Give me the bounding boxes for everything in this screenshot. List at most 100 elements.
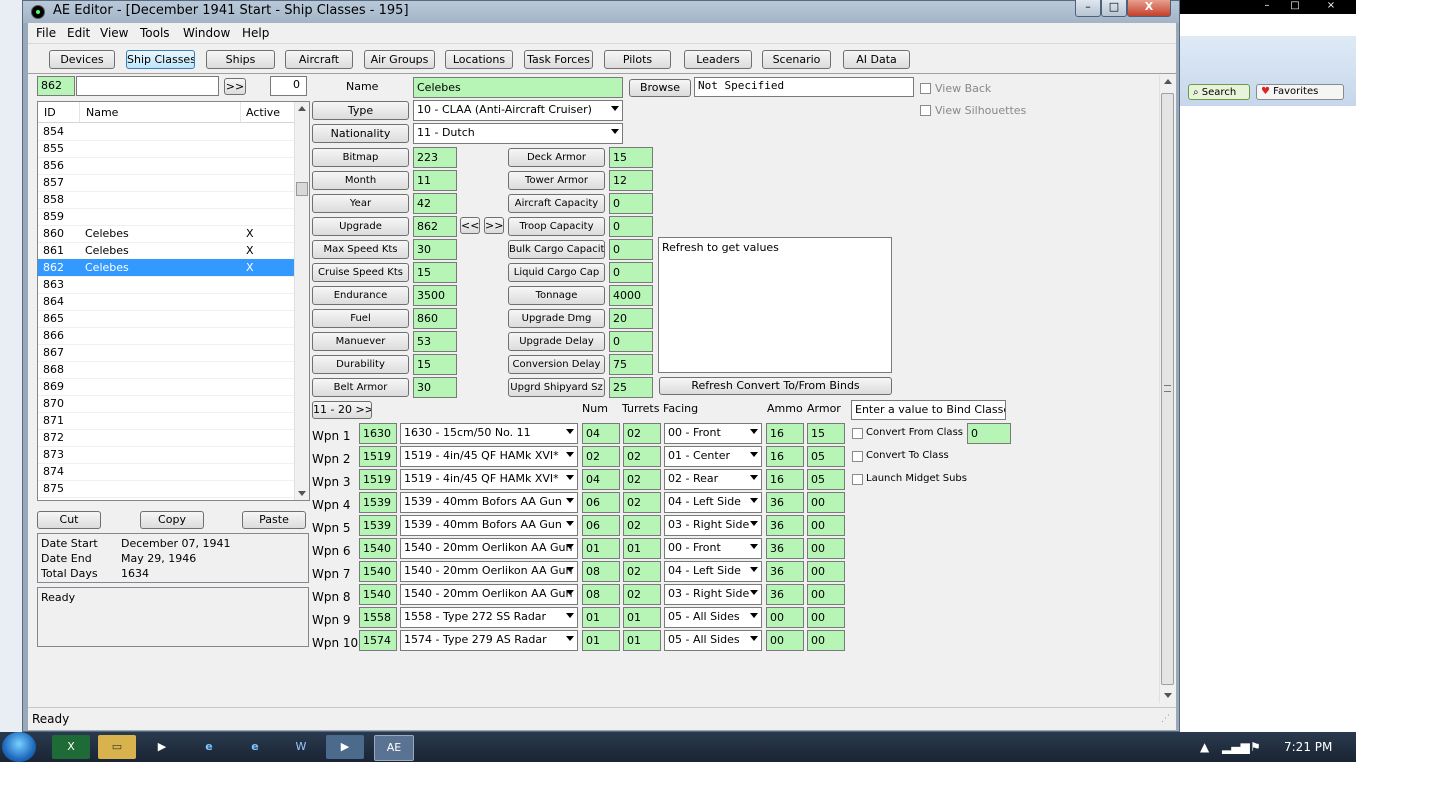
menu-view[interactable]: View [100, 26, 128, 40]
ie-icon[interactable]: e [190, 735, 228, 759]
stat-button[interactable]: Cruise Speed Kts [312, 263, 409, 282]
minimize-button[interactable]: – [1075, 0, 1101, 17]
stat-button[interactable]: Month [312, 171, 409, 190]
weapon-num-field[interactable]: 08 [582, 584, 620, 605]
list-item[interactable]: 874 [38, 463, 294, 481]
weapon-id-field[interactable]: 1630 [359, 423, 397, 444]
weapon-armor-field[interactable]: 00 [807, 584, 845, 605]
weapon-facing-dropdown[interactable]: 05 - All Sides [664, 630, 762, 651]
stat-button[interactable]: Belt Armor [312, 378, 409, 397]
bitmap-file-field[interactable]: Not Specified [694, 77, 914, 97]
list-item[interactable]: 868 [38, 361, 294, 379]
weapon-facing-dropdown[interactable]: 00 - Front [664, 423, 762, 444]
capacity-field[interactable]: 0 [609, 239, 653, 260]
list-header-name[interactable]: Name [86, 106, 118, 119]
list-header-active[interactable]: Active [246, 106, 280, 119]
stat-button[interactable]: Upgrade [312, 217, 409, 236]
weapon-device-dropdown[interactable]: 1540 - 20mm Oerlikon AA Gun [400, 584, 578, 605]
weapon-num-field[interactable]: 01 [582, 630, 620, 651]
capacity-button[interactable]: Troop Capacity [508, 217, 605, 236]
tab-locations[interactable]: Locations [445, 50, 513, 69]
list-item[interactable]: 863 [38, 276, 294, 294]
capacity-field[interactable]: 0 [609, 193, 653, 214]
list-item[interactable]: 864 [38, 293, 294, 311]
weapon-num-field[interactable]: 08 [582, 561, 620, 582]
weapon-facing-dropdown[interactable]: 04 - Left Side [664, 561, 762, 582]
scroll-up-arrow-icon[interactable] [1164, 79, 1172, 84]
stat-field[interactable]: 30 [413, 377, 457, 398]
weapon-ammo-field[interactable]: 36 [766, 515, 804, 536]
stat-field[interactable]: 30 [413, 239, 457, 260]
list-item[interactable]: 875 [38, 480, 294, 498]
stat-field[interactable]: 862 [413, 216, 457, 237]
weapon-device-dropdown[interactable]: 1519 - 4in/45 QF HAMk XVI* [400, 446, 578, 467]
weapon-num-field[interactable]: 04 [582, 469, 620, 490]
convert-from-field[interactable]: 0 [967, 423, 1011, 444]
menu-help[interactable]: Help [242, 26, 269, 40]
tab-ship-classes[interactable]: Ship Classes [126, 50, 195, 69]
weapon-device-dropdown[interactable]: 1558 - Type 272 SS Radar [400, 607, 578, 628]
stat-field[interactable]: 3500 [413, 285, 457, 306]
media-icon[interactable]: ▶ [143, 735, 181, 759]
weapon-armor-field[interactable]: 00 [807, 561, 845, 582]
capacity-button[interactable]: Conversion Delay [508, 355, 605, 374]
list-item[interactable]: 873 [38, 446, 294, 464]
list-item[interactable]: 870 [38, 395, 294, 413]
view-silhouettes-checkbox[interactable] [920, 105, 931, 116]
list-item[interactable]: 866 [38, 327, 294, 345]
ie-icon-2[interactable]: e [236, 735, 274, 759]
stat-button[interactable]: Fuel [312, 309, 409, 328]
list-item[interactable]: 857 [38, 174, 294, 192]
tab-ships[interactable]: Ships [206, 50, 275, 69]
capacity-button[interactable]: Upgrd Shipyard Sz [508, 378, 605, 397]
name-field[interactable]: Celebes [413, 77, 623, 98]
weapon-armor-field[interactable]: 00 [807, 630, 845, 651]
capacity-field[interactable]: 0 [609, 331, 653, 352]
weapon-id-field[interactable]: 1574 [359, 630, 397, 651]
refresh-convert-button[interactable]: Refresh Convert To/From Binds [659, 377, 892, 395]
weapon-ammo-field[interactable]: 36 [766, 538, 804, 559]
browser-favorites-button[interactable]: ♥ Favorites [1256, 84, 1344, 100]
list-item[interactable]: 867 [38, 344, 294, 362]
weapon-device-dropdown[interactable]: 1540 - 20mm Oerlikon AA Gun [400, 538, 578, 559]
stat-button[interactable]: Bitmap [312, 148, 409, 167]
stat-button[interactable]: Durability [312, 355, 409, 374]
stat-field[interactable]: 53 [413, 331, 457, 352]
weapon-device-dropdown[interactable]: 1519 - 4in/45 QF HAMk XVI* [400, 469, 578, 490]
capacity-button[interactable]: Upgrade Delay [508, 332, 605, 351]
menu-file[interactable]: File [36, 26, 56, 40]
start-button[interactable] [2, 732, 36, 762]
weapon-num-field[interactable]: 01 [582, 607, 620, 628]
copy-button[interactable]: Copy [140, 511, 204, 529]
weapon-armor-field[interactable]: 00 [807, 538, 845, 559]
search-next-button[interactable]: >> [224, 78, 246, 95]
weapon-id-field[interactable]: 1539 [359, 492, 397, 513]
stat-button[interactable]: Year [312, 194, 409, 213]
tab-air-groups[interactable]: Air Groups [364, 50, 435, 69]
weapon-armor-field[interactable]: 00 [807, 515, 845, 536]
search-id-field[interactable]: 862 [37, 76, 75, 96]
type-button[interactable]: Type [312, 101, 409, 120]
midget-subs-checkbox[interactable] [852, 474, 863, 485]
convert-to-checkbox[interactable] [852, 451, 863, 462]
upgrade-next-button[interactable]: >> [484, 217, 504, 234]
capacity-field[interactable]: 4000 [609, 285, 653, 306]
weapon-facing-dropdown[interactable]: 03 - Right Side [664, 584, 762, 605]
weapon-id-field[interactable]: 1539 [359, 515, 397, 536]
capacity-field[interactable]: 0 [609, 216, 653, 237]
cut-button[interactable]: Cut [37, 511, 101, 529]
weapon-num-field[interactable]: 02 [582, 446, 620, 467]
capacity-field[interactable]: 12 [609, 170, 653, 191]
weapon-turrets-field[interactable]: 02 [623, 584, 661, 605]
scroll-thumb[interactable] [296, 182, 308, 196]
weapon-ammo-field[interactable]: 00 [766, 607, 804, 628]
form-scrollbar[interactable] [1159, 75, 1176, 703]
view-back-checkbox[interactable] [920, 83, 931, 94]
capacity-button[interactable]: Liquid Cargo Cap [508, 263, 605, 282]
stat-field[interactable]: 860 [413, 308, 457, 329]
weapon-turrets-field[interactable]: 02 [623, 561, 661, 582]
weapon-facing-dropdown[interactable]: 00 - Front [664, 538, 762, 559]
tab-scenario[interactable]: Scenario [762, 50, 831, 69]
weapon-armor-field[interactable]: 15 [807, 423, 845, 444]
list-scrollbar[interactable] [294, 102, 309, 500]
